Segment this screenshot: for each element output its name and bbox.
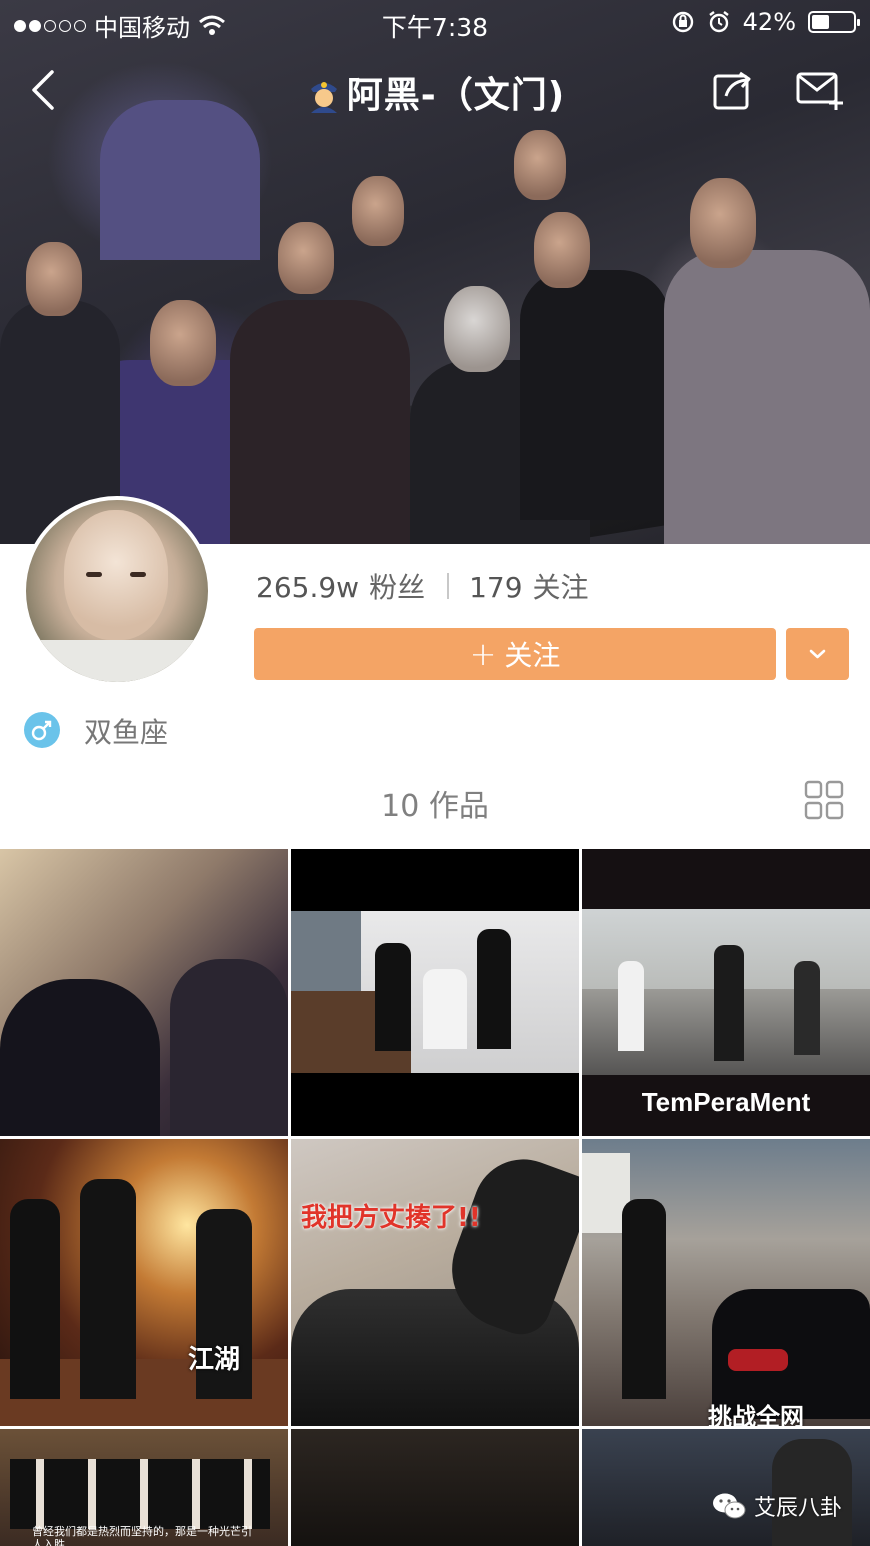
thumb-face	[582, 1429, 626, 1489]
avatar-shirt	[26, 640, 208, 682]
work-thumbnail[interactable]: 曾经我们都是热烈而坚持的，那是一种光芒引人入胜	[0, 1429, 288, 1546]
thumb-caption: 江湖	[188, 1345, 241, 1375]
following-label: 关注	[532, 571, 589, 604]
watermark-text: 艾辰八卦	[754, 1496, 843, 1521]
thumb-caption: 挑战全网	[708, 1403, 804, 1426]
following-stat[interactable]: 179 关注	[469, 566, 588, 606]
thumb-figure	[794, 961, 820, 1055]
work-thumbnail[interactable]	[291, 1429, 579, 1546]
battery-fill	[812, 15, 829, 29]
alarm-icon	[708, 11, 729, 33]
thumb-window	[291, 911, 361, 1001]
thumb-face	[291, 1429, 331, 1485]
avatar-head	[64, 510, 168, 640]
thumb-caption: 曾经我们都是热烈而坚持的，那是一种光芒引人入胜	[32, 1525, 252, 1546]
stats-divider	[447, 573, 450, 599]
cover-face	[150, 300, 216, 386]
cover-figure	[520, 270, 670, 520]
follow-options-button[interactable]	[786, 628, 849, 680]
thumb-figure	[375, 943, 411, 1051]
thumb-figure	[618, 961, 644, 1051]
work-thumbnail[interactable]: 我把方丈揍了!!	[291, 1139, 579, 1426]
thumb-figure	[10, 1199, 60, 1399]
thumb-figure	[477, 929, 511, 1049]
profile-cover-image: 中国移动 下午7:38 42% 阿黑-（文门)	[0, 0, 870, 544]
thumb-figure-group	[10, 1459, 270, 1529]
police-officer-emoji	[310, 82, 337, 113]
avatar-eye	[130, 572, 146, 577]
profile-name: 阿黑-（文门)	[346, 75, 566, 116]
follow-button-label: 关注	[504, 639, 561, 672]
profile-stats: 265.9w 粉丝 179 关注	[256, 566, 589, 606]
cover-face	[690, 178, 756, 268]
cover-figure	[230, 300, 410, 544]
cover-figure	[100, 100, 260, 260]
works-count: 10 作品	[381, 789, 489, 824]
work-thumbnail[interactable]: 挑战全网	[582, 1139, 870, 1426]
cover-face	[352, 176, 404, 246]
cover-face	[444, 286, 510, 372]
male-gender-icon	[24, 712, 60, 748]
zodiac-sign: 双鱼座	[84, 716, 169, 749]
fans-label: 粉丝	[369, 571, 426, 604]
thumb-figure	[0, 979, 160, 1136]
work-thumbnail[interactable]: TemPeraMent	[582, 849, 870, 1136]
wechat-icon	[713, 1493, 746, 1519]
work-thumbnail[interactable]	[582, 1429, 870, 1546]
message-add-icon[interactable]	[796, 70, 844, 110]
avatar-eye	[86, 572, 102, 577]
thumb-caption: 我把方丈揍了!!	[301, 1203, 481, 1233]
chevron-down-icon	[809, 649, 826, 659]
grid-view-icon[interactable]	[804, 780, 844, 820]
work-thumbnail[interactable]	[0, 849, 288, 1136]
orientation-lock-icon	[672, 11, 693, 33]
cover-face	[534, 212, 590, 288]
follow-button[interactable]: + 关注	[254, 628, 776, 680]
thumb-face	[0, 849, 84, 953]
avatar[interactable]	[22, 496, 212, 686]
fans-stat[interactable]: 265.9w 粉丝	[256, 566, 425, 606]
fans-count: 265.9w	[256, 571, 360, 604]
nav-bar: 阿黑-（文门)	[0, 58, 870, 122]
cover-face	[278, 222, 334, 294]
thumb-taillight	[728, 1349, 788, 1371]
work-thumbnail[interactable]	[291, 849, 579, 1136]
following-count: 179	[469, 571, 523, 604]
cover-figure	[664, 250, 870, 544]
cover-face	[26, 242, 82, 316]
thumb-caption: TemPeraMent	[641, 1087, 811, 1117]
thumb-figure	[80, 1179, 136, 1399]
watermark: 艾辰八卦	[712, 1490, 842, 1522]
battery-percent: 42%	[742, 8, 796, 36]
cover-face	[514, 130, 566, 200]
work-thumbnail[interactable]: 江湖	[0, 1139, 288, 1426]
thumb-figure	[423, 969, 467, 1049]
battery-icon	[808, 11, 860, 33]
thumb-figure	[170, 959, 288, 1136]
thumb-figure	[714, 945, 744, 1061]
plus-icon: +	[469, 635, 497, 673]
share-icon[interactable]	[712, 68, 754, 110]
male-symbol-icon	[31, 720, 52, 741]
thumb-figure	[622, 1199, 666, 1399]
status-bar: 中国移动 下午7:38 42%	[0, 0, 870, 44]
